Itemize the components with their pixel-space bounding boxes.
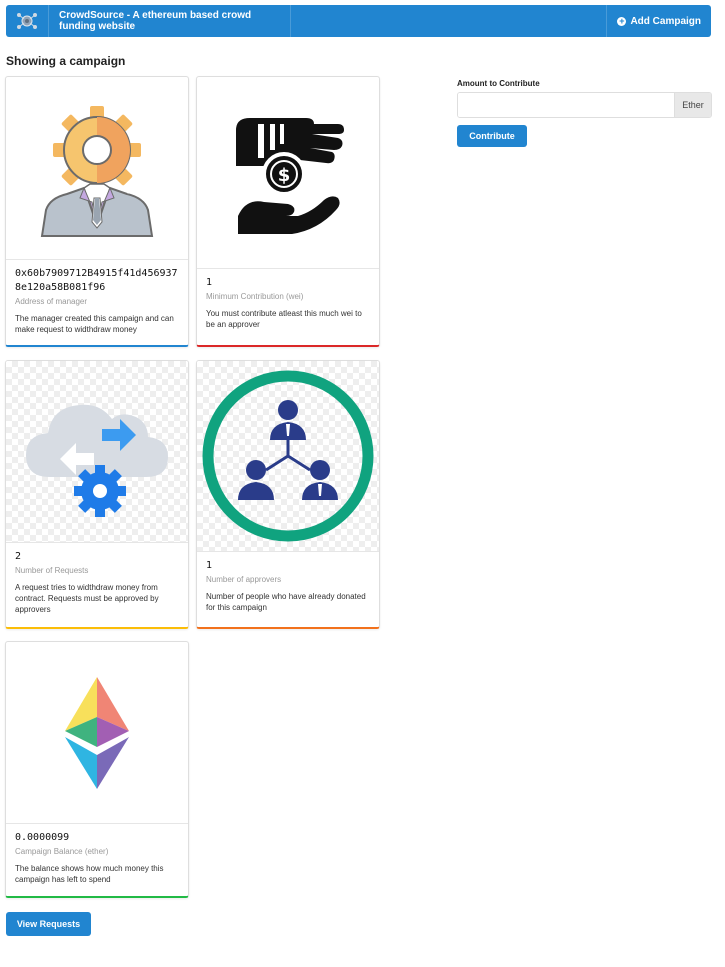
menu-spacer — [291, 5, 606, 37]
card-meta: Minimum Contribution (wei) — [206, 292, 304, 301]
card-image — [197, 361, 379, 552]
view-requests-button[interactable]: View Requests — [6, 912, 91, 936]
amount-input[interactable] — [458, 93, 674, 117]
top-menu: CrowdSource - A ethereum based crowd fun… — [6, 5, 711, 37]
card-meta: Address of manager — [15, 297, 88, 306]
approvers-count: 1 — [206, 560, 213, 571]
manager-address: 0x60b7909712B4915f41d4569378e120a58B081f… — [15, 268, 178, 293]
amount-label: Amount to Contribute — [457, 79, 540, 88]
requests-card: 2 Number of Requests A request tries to … — [5, 360, 189, 629]
card-image — [6, 77, 188, 260]
balance-card: 0.0000099 Campaign Balance (ether) The b… — [5, 641, 189, 898]
card-description: A request tries to widthdraw money from … — [15, 583, 159, 614]
brand-link[interactable]: CrowdSource - A ethereum based crowd fun… — [49, 5, 291, 37]
requests-count: 2 — [15, 551, 22, 562]
card-image — [6, 642, 188, 824]
logo-menu-item[interactable] — [6, 5, 49, 37]
add-campaign-label: Add Campaign — [630, 15, 701, 27]
plus-circle-icon: + — [617, 15, 627, 26]
svg-text:$: $ — [278, 165, 291, 186]
ether-unit-label: Ether — [674, 93, 711, 117]
card-description: The balance shows how much money this ca… — [15, 864, 164, 884]
contribute-button[interactable]: Contribute — [457, 125, 527, 147]
page-title: Showing a campaign — [6, 54, 126, 68]
card-image: $ — [197, 77, 379, 269]
minimum-contribution-value: 1 — [206, 277, 213, 288]
network-logo-icon — [17, 13, 37, 29]
manager-gear-icon — [40, 106, 154, 237]
amount-input-group: Ether — [457, 92, 712, 118]
card-meta: Number of Requests — [15, 566, 89, 575]
card-description: Number of people who have already donate… — [206, 592, 366, 612]
money-hands-icon: $ — [236, 117, 344, 234]
ethereum-logo-icon — [65, 676, 129, 789]
card-description: You must contribute atleast this much we… — [206, 309, 362, 329]
approvers-card: 1 Number of approvers Number of people w… — [196, 360, 380, 629]
add-campaign-link[interactable]: + Add Campaign — [606, 5, 711, 37]
minimum-contribution-card: $ 1 Minimum Contribution (wei) You must … — [196, 76, 380, 347]
campaign-balance: 0.0000099 — [15, 832, 70, 843]
card-image — [6, 361, 188, 543]
card-meta: Campaign Balance (ether) — [15, 847, 109, 856]
card-meta: Number of approvers — [206, 575, 282, 584]
manager-card: 0x60b7909712B4915f41d4569378e120a58B081f… — [5, 76, 189, 347]
cloud-transfer-icon — [26, 404, 168, 517]
people-network-icon — [202, 370, 374, 542]
card-description: The manager created this campaign and ca… — [15, 314, 174, 334]
